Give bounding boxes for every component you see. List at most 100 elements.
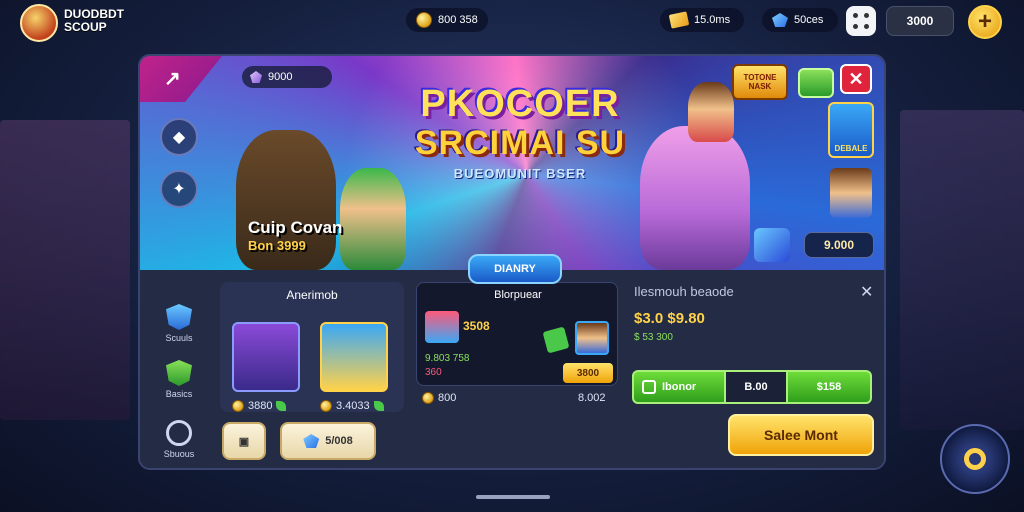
right-badge-text: DEBALE — [834, 144, 868, 153]
home-indicator — [476, 495, 550, 499]
cup-subtitle: Bon 3999 — [248, 238, 306, 253]
ticket-counter[interactable]: 15.0ms — [660, 8, 744, 32]
banner-score: 9.000 — [804, 232, 874, 258]
coin-icon — [422, 392, 434, 404]
gem-icon — [303, 434, 320, 448]
sale-button[interactable]: Salee Mont — [728, 414, 874, 456]
card2-value: 3.4033 — [336, 400, 370, 412]
puzzle-icon[interactable]: ✦ — [160, 170, 198, 208]
coin-icon — [232, 400, 244, 412]
gem-counter[interactable]: 50ces — [762, 8, 838, 32]
offer-line3: 360 — [425, 367, 442, 378]
avatar[interactable] — [830, 168, 872, 218]
purchase-bar-left: Ibonor — [634, 380, 724, 394]
offer-line2: 9.803 758 — [425, 353, 470, 364]
background-house-right — [900, 110, 1024, 430]
sidebar-item-sbuous[interactable]: Sbuous — [154, 420, 204, 459]
cup-title: Cuip Covan — [248, 218, 343, 237]
leaf-icon — [276, 401, 287, 411]
green-hat-character — [340, 168, 406, 270]
card1-value: 3880 — [248, 400, 273, 412]
event-banner: ↗ 9000 ◆ ✦ PKOCOER SRCIMAI SU BUEOMUNIT … — [140, 56, 884, 270]
background-house-left — [0, 120, 130, 420]
dice-pip — [864, 24, 869, 29]
offer-title: Blorpuear — [494, 289, 542, 301]
offer-box: Blorpuear 3508 9.803 758 360 3800 — [416, 282, 618, 386]
inventory-button[interactable]: ▣ — [222, 422, 266, 460]
banner-corner-tag[interactable]: ↗ — [140, 56, 222, 102]
banner-close-button[interactable]: ✕ — [840, 64, 872, 94]
gem-value: 50ces — [794, 14, 824, 26]
top-right-badge[interactable]: TOTONE NASK — [732, 64, 788, 100]
check-icon — [642, 380, 656, 394]
coin-icon — [320, 400, 332, 412]
card1-price: 3880 — [232, 400, 287, 412]
title-line2: SRCIMAI SU — [414, 124, 626, 162]
leaf-icon — [166, 360, 192, 386]
target-icon — [964, 448, 986, 470]
ticket-icon — [668, 11, 690, 29]
logo-text: DUODBDT SCOUP — [64, 8, 124, 34]
cards-title: Anerimob — [286, 288, 338, 302]
gem-button-label: 5/008 — [325, 435, 353, 447]
banner-gem-pill[interactable]: 9000 — [242, 66, 332, 88]
right-badge[interactable]: DEBALE — [828, 102, 874, 158]
offer-tag[interactable]: 3800 — [563, 363, 613, 383]
banner-action-button[interactable]: DIANRY — [468, 254, 562, 284]
gem-purchase-button[interactable]: 5/008 — [280, 422, 376, 460]
purchase-bar-mid: B.00 — [724, 370, 788, 404]
joystick-button[interactable] — [940, 424, 1010, 494]
title-line3: BUEOMUNIT BSER — [453, 166, 587, 181]
purchase-bar-left-label: Ibonor — [662, 381, 697, 393]
cup-promo: Cuip Covan Bon 3999 — [248, 218, 342, 253]
offer-bottom-left-value: 800 — [438, 392, 457, 404]
dice-pip — [864, 13, 869, 18]
sidebar-item-basics[interactable]: Basics — [154, 360, 204, 399]
avatar — [575, 321, 609, 355]
coin-counter[interactable]: 800 358 — [406, 8, 488, 32]
target-icon — [166, 420, 192, 446]
game-logo[interactable] — [20, 4, 58, 42]
info-price-sub: $ 53 300 — [634, 332, 673, 343]
info-close-button[interactable]: ✕ — [860, 282, 873, 302]
offer-image — [425, 311, 459, 343]
total-balance[interactable]: 3000 — [886, 6, 954, 36]
sidebar-item-label: Sbuous — [163, 449, 195, 459]
cube-icon — [542, 326, 570, 354]
offer-bottom-left: 800 — [422, 392, 456, 404]
sidebar-item-label: Scuuls — [165, 333, 193, 343]
logo-text-line2: SCOUP — [64, 20, 107, 34]
character-card-1[interactable] — [232, 322, 300, 392]
gem-icon — [772, 13, 788, 27]
purchase-bar[interactable]: Ibonor B.00 $158 — [632, 370, 872, 404]
coin-value: 800 358 — [438, 14, 478, 26]
event-title: PKOCOER SRCIMAI SU BUEOMUNIT BSER — [410, 84, 630, 181]
dice-button[interactable] — [846, 6, 876, 36]
add-currency-button[interactable]: + — [968, 5, 1002, 39]
top-right-badge-text: TOTONE NASK — [743, 73, 777, 91]
gift-icon[interactable] — [798, 68, 834, 98]
share-icon: ↗ — [164, 68, 181, 90]
banner-gem-value: 9000 — [268, 71, 293, 83]
offer-bottom-right: 8.002 — [578, 392, 606, 404]
ticket-value: 15.0ms — [694, 14, 731, 26]
info-price-main: $3.0 $9.80 — [634, 310, 705, 327]
coin-icon — [416, 12, 432, 28]
card2-price: 3.4033 — [320, 400, 384, 412]
boy-character — [688, 82, 734, 142]
sidebar-item-label: Basics — [165, 389, 193, 399]
top-bar: DUODBDT SCOUP 800 358 15.0ms 50ces 3000 … — [0, 0, 1024, 44]
shield-icon — [166, 304, 192, 330]
title-line1: PKOCOER — [420, 83, 620, 125]
purchase-bar-right: $158 — [816, 381, 842, 393]
sidebar-item-scuuls[interactable]: Scuuls — [154, 304, 204, 343]
crystal-icon[interactable]: ◆ — [160, 118, 198, 156]
gem-icon — [250, 71, 262, 83]
inventory-icon: ▣ — [238, 435, 250, 448]
info-title: Ilesmouh beaode — [634, 284, 734, 299]
character-cards: Anerimob 3880 3.4033 — [220, 282, 404, 412]
dice-pip — [853, 13, 858, 18]
dice-pip — [853, 24, 858, 29]
leaf-icon — [373, 401, 384, 411]
character-card-2[interactable] — [320, 322, 388, 392]
